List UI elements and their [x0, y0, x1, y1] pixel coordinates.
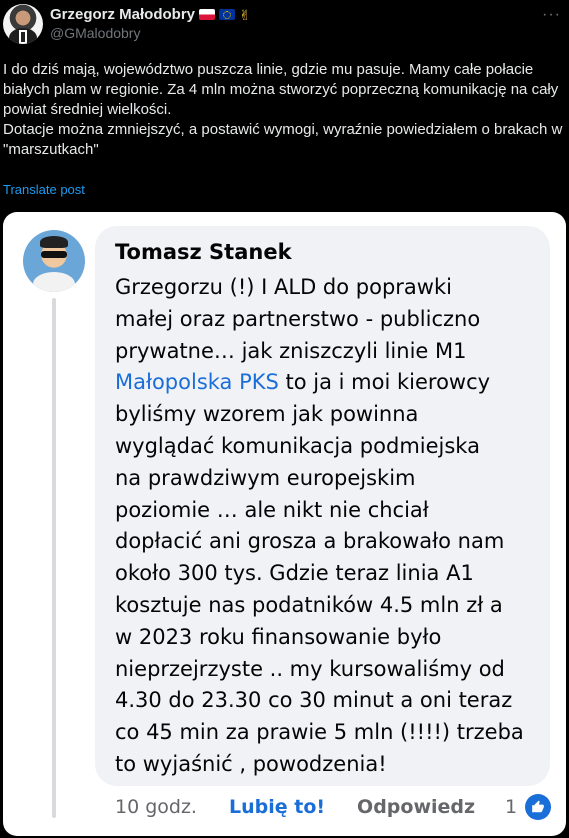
- tweet-paragraph-2: Dotacje można zmniejszyć, a postawić wym…: [3, 121, 563, 158]
- reaction-count: 1: [505, 796, 518, 818]
- victory-hand-icon: ✌: [239, 6, 251, 23]
- comment-line: dopłacić ani grosza a brakowało nam: [115, 529, 505, 554]
- comment-line: w 2023 roku finansowanie było: [115, 624, 442, 649]
- avatar-body: [33, 272, 75, 292]
- comment-line: na prawdziwym europejskim: [115, 465, 416, 490]
- avatar-tie: [21, 32, 25, 42]
- author-display-name[interactable]: Grzegorz Małodobry: [50, 6, 195, 23]
- thread-line: [52, 298, 56, 818]
- comment-actions: 10 godz. Lubię to! Odpowiedz: [115, 796, 475, 818]
- comment-text: Grzegorzu (!) I ALD do poprawki małej or…: [115, 272, 545, 781]
- author-avatar[interactable]: [3, 4, 43, 44]
- comment-line-tail: to ja i moi kierowcy: [278, 370, 491, 395]
- like-button: Lubię to!: [228, 796, 326, 818]
- avatar-sunglasses: [41, 251, 67, 258]
- poland-flag-icon: [199, 9, 216, 20]
- tweet-text: I do dziś mają, województwo puszcza lini…: [3, 60, 563, 160]
- tweet-paragraph-1: I do dziś mają, województwo puszcza lini…: [3, 61, 559, 118]
- comment-line: kosztuje nas podatników 4.5 mln zł a: [115, 592, 503, 617]
- comment-line: nieprzejrzyste .. my kursowaliśmy od: [115, 656, 505, 681]
- commenter-name: Tomasz Stanek: [115, 240, 292, 264]
- commenter-avatar: [23, 230, 85, 292]
- comment-line: Grzegorzu (!) I ALD do poprawki: [115, 275, 452, 299]
- comment-line: Małopolska PKS to ja i moi kierowcy: [115, 367, 545, 399]
- comment-line: wyglądać komunikacja podmiejska: [115, 433, 480, 458]
- reply-button: Odpowiedz: [357, 796, 476, 818]
- more-options-icon[interactable]: ···: [542, 6, 561, 24]
- comment-line: to wyjaśnić , powodzenia!: [115, 751, 387, 776]
- comment-line: poziomie … ale nikt nie chciał: [115, 497, 429, 522]
- malopolska-pks-link: Małopolska PKS: [115, 370, 279, 395]
- tweet: Grzegorz Małodobry ✌ @GMalodobry ··· I d…: [0, 0, 569, 838]
- comment-line: byliśmy wzorem jak powinna: [115, 402, 419, 427]
- author-handle[interactable]: @GMalodobry: [50, 25, 140, 41]
- comment-line: co 45 min za prawie 5 mln (!!!!) trzeba: [115, 720, 524, 745]
- attached-image[interactable]: Tomasz Stanek Grzegorzu (!) I ALD do pop…: [3, 212, 566, 836]
- thumbs-up-icon: [525, 794, 551, 820]
- comment-line: 4.30 do 23.30 co 30 minut a oni teraz: [115, 688, 513, 713]
- avatar-hair: [40, 236, 68, 248]
- comment-line: około 300 tys. Gdzie teraz linia A1: [115, 561, 474, 586]
- author-name-row: Grzegorz Małodobry ✌: [50, 6, 251, 23]
- comment-line: prywatne… jak zniszczyli linie M1: [115, 338, 467, 363]
- comment-line: małej oraz partnerstwo - publiczno: [115, 306, 481, 331]
- eu-flag-icon: [219, 9, 236, 20]
- comment-bubble: Tomasz Stanek Grzegorzu (!) I ALD do pop…: [95, 226, 550, 786]
- translate-post-link[interactable]: Translate post: [3, 182, 85, 197]
- comment-time: 10 godz.: [115, 796, 197, 818]
